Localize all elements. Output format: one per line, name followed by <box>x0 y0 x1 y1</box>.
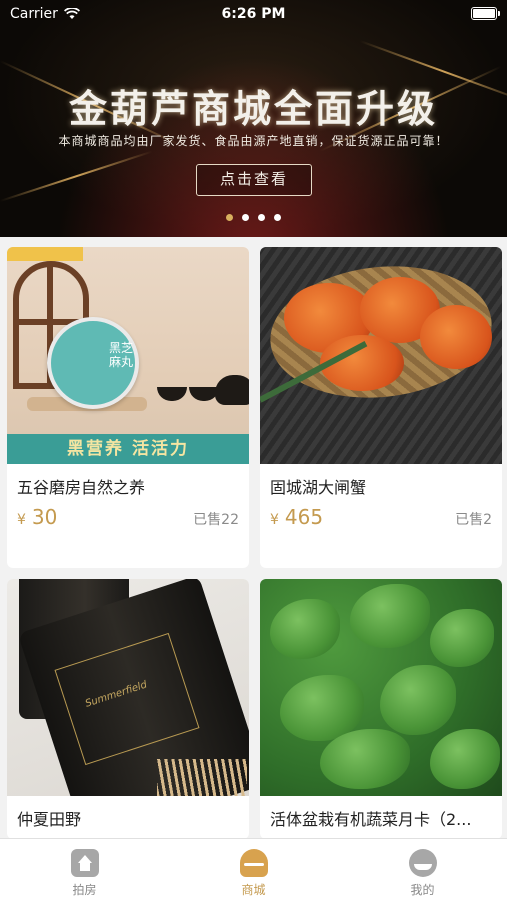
shop-icon <box>239 849 268 877</box>
sold-count: 已售22 <box>193 512 239 528</box>
carousel-dot[interactable] <box>226 214 233 221</box>
product-name: 固城湖大闸蟹 <box>270 478 367 497</box>
price-value: 465 <box>284 505 324 529</box>
banner-title: 金葫芦商城全面升级 <box>68 87 438 131</box>
cup-decoration <box>157 387 187 401</box>
banner-subtitle: 本商城商品均由厂家发货、食品由源产地直销，保证货源正品可靠！ <box>58 134 449 148</box>
product-name: 活体盆栽有机蔬菜月卡（2... <box>270 810 472 829</box>
tab-label: 拍房 <box>72 883 97 897</box>
product-image <box>260 247 502 464</box>
teapot-decoration <box>215 375 249 405</box>
product-name: 五谷磨房自然之养 <box>17 478 146 497</box>
bottle-label-text: Summerfield <box>83 679 149 710</box>
sold-count: 已售2 <box>455 512 492 528</box>
product-card[interactable]: 黑芝麻丸 黑营养 活活力 五谷磨房自然之养 ¥30 已售22 <box>7 247 249 568</box>
carousel-dot[interactable] <box>274 214 281 221</box>
profile-icon <box>408 849 437 877</box>
leaf-graphic <box>350 584 430 648</box>
currency-symbol: ¥ <box>17 512 26 528</box>
leaf-graphic <box>430 729 500 789</box>
carousel-dot[interactable] <box>242 214 249 221</box>
product-image: 黑芝麻丸 黑营养 活活力 <box>7 247 249 464</box>
leaf-graphic <box>430 609 494 667</box>
product-price: ¥30 <box>17 505 57 529</box>
product-image <box>260 579 502 796</box>
battery-icon <box>471 7 500 20</box>
image-strip-text: 黑营养 活活力 <box>7 434 249 464</box>
bottom-tab-bar: 拍房 商城 我的 <box>0 838 507 900</box>
tab-label: 我的 <box>410 883 435 897</box>
brand-ribbon <box>7 247 83 261</box>
leaf-graphic <box>270 599 340 659</box>
currency-symbol: ¥ <box>270 512 279 528</box>
tab-label: 商城 <box>241 883 266 897</box>
product-card[interactable]: Summerfield 仲夏田野 <box>7 579 249 839</box>
tab-auction-house[interactable]: 拍房 <box>0 839 169 900</box>
house-icon <box>70 849 99 877</box>
price-value: 30 <box>31 505 58 529</box>
carousel-dot[interactable] <box>258 214 265 221</box>
product-name: 仲夏田野 <box>17 810 82 829</box>
tab-mall[interactable]: 商城 <box>169 839 338 900</box>
jar-graphic: 黑芝麻丸 <box>47 317 139 409</box>
status-bar: Carrier 6:26 PM <box>0 0 507 28</box>
product-price: ¥465 <box>270 505 323 529</box>
product-card[interactable]: 活体盆栽有机蔬菜月卡（2... <box>260 579 502 839</box>
wheat-decoration <box>157 759 247 796</box>
product-card[interactable]: 固城湖大闸蟹 ¥465 已售2 <box>260 247 502 568</box>
light-ray-decoration <box>0 150 153 202</box>
jar-label: 黑芝麻丸 <box>108 341 133 369</box>
tab-profile[interactable]: 我的 <box>338 839 507 900</box>
leaf-graphic <box>380 665 456 735</box>
clock: 6:26 PM <box>221 6 286 22</box>
banner-view-button[interactable]: 点击查看 <box>196 164 312 196</box>
carousel-indicator[interactable] <box>0 214 507 221</box>
promo-banner[interactable]: 金葫芦商城全面升级 本商城商品均由厂家发货、食品由源产地直销，保证货源正品可靠！… <box>0 0 507 237</box>
product-image: Summerfield <box>7 579 249 796</box>
crab-graphic <box>420 305 492 369</box>
